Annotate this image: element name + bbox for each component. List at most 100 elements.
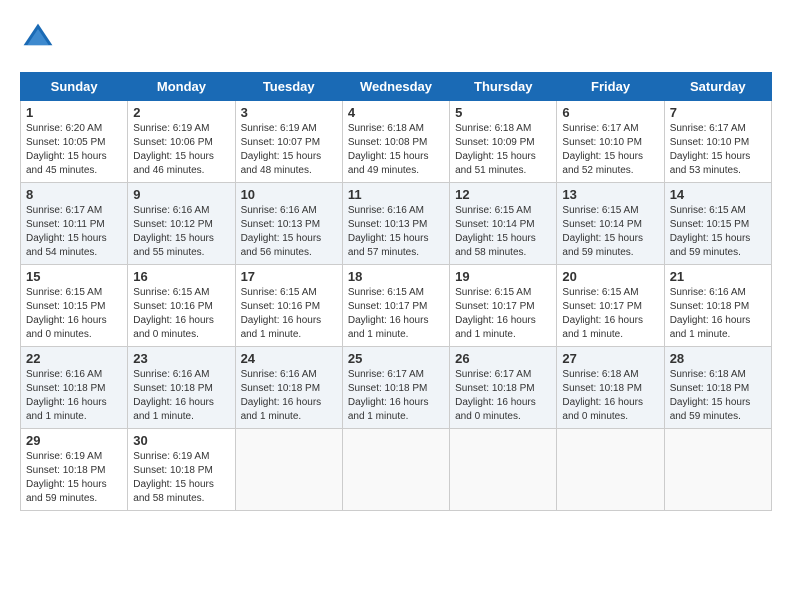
day-info: Sunrise: 6:17 AM Sunset: 10:18 PM Daylig…	[455, 368, 551, 424]
day-info: Sunrise: 6:16 AM Sunset: 10:12 PM Daylig…	[133, 204, 229, 260]
calendar-cell: 3 Sunrise: 6:19 AM Sunset: 10:07 PM Dayli…	[235, 101, 342, 183]
calendar-cell	[450, 429, 557, 511]
calendar-week-row: 29 Sunrise: 6:19 AM Sunset: 10:18 PM Dayl…	[21, 429, 772, 511]
day-number: 2	[133, 105, 229, 120]
day-info: Sunrise: 6:18 AM Sunset: 10:09 PM Daylig…	[455, 122, 551, 178]
calendar-cell: 27 Sunrise: 6:18 AM Sunset: 10:18 PM Dayl…	[557, 347, 664, 429]
calendar-cell: 19 Sunrise: 6:15 AM Sunset: 10:17 PM Dayl…	[450, 265, 557, 347]
calendar-cell	[235, 429, 342, 511]
calendar-cell: 28 Sunrise: 6:18 AM Sunset: 10:18 PM Dayl…	[664, 347, 771, 429]
logo-icon	[20, 20, 56, 56]
calendar-cell: 12 Sunrise: 6:15 AM Sunset: 10:14 PM Dayl…	[450, 183, 557, 265]
day-info: Sunrise: 6:16 AM Sunset: 10:18 PM Daylig…	[670, 286, 766, 342]
logo	[20, 20, 60, 56]
day-number: 23	[133, 351, 229, 366]
calendar-cell: 18 Sunrise: 6:15 AM Sunset: 10:17 PM Dayl…	[342, 265, 449, 347]
calendar-cell: 11 Sunrise: 6:16 AM Sunset: 10:13 PM Dayl…	[342, 183, 449, 265]
day-number: 5	[455, 105, 551, 120]
calendar-cell: 14Sunrise: 6:15 AM Sunset: 10:15 PM Dayl…	[664, 183, 771, 265]
day-number: 4	[348, 105, 444, 120]
day-info: Sunrise: 6:19 AM Sunset: 10:06 PM Daylig…	[133, 122, 229, 178]
calendar-cell	[664, 429, 771, 511]
day-number: 18	[348, 269, 444, 284]
calendar-cell: 13 Sunrise: 6:15 AM Sunset: 10:14 PM Dayl…	[557, 183, 664, 265]
day-number: 3	[241, 105, 337, 120]
calendar-cell: 15Sunrise: 6:15 AM Sunset: 10:15 PM Dayl…	[21, 265, 128, 347]
day-info: Sunrise: 6:15 AM Sunset: 10:17 PM Daylig…	[562, 286, 658, 342]
day-number: 16	[133, 269, 229, 284]
day-number: 9	[133, 187, 229, 202]
calendar-cell: 25 Sunrise: 6:17 AM Sunset: 10:18 PM Dayl…	[342, 347, 449, 429]
day-number: 19	[455, 269, 551, 284]
calendar-cell: 2 Sunrise: 6:19 AM Sunset: 10:06 PM Dayli…	[128, 101, 235, 183]
calendar-cell: 22 Sunrise: 6:16 AM Sunset: 10:18 PM Dayl…	[21, 347, 128, 429]
day-info: Sunrise: 6:15 AM Sunset: 10:14 PM Daylig…	[562, 204, 658, 260]
calendar-cell: 24Sunrise: 6:16 AM Sunset: 10:18 PM Dayl…	[235, 347, 342, 429]
day-info: Sunrise: 6:17 AM Sunset: 10:11 PM Daylig…	[26, 204, 122, 260]
calendar-cell: 23 Sunrise: 6:16 AM Sunset: 10:18 PM Dayl…	[128, 347, 235, 429]
day-info: Sunrise: 6:15 AM Sunset: 10:16 PM Daylig…	[133, 286, 229, 342]
calendar-week-row: 15Sunrise: 6:15 AM Sunset: 10:15 PM Dayl…	[21, 265, 772, 347]
day-info: Sunrise: 6:15 AM Sunset: 10:17 PM Daylig…	[455, 286, 551, 342]
day-info: Sunrise: 6:16 AM Sunset: 10:18 PM Daylig…	[26, 368, 122, 424]
day-number: 11	[348, 187, 444, 202]
day-number: 20	[562, 269, 658, 284]
calendar-cell	[557, 429, 664, 511]
day-info: Sunrise: 6:15 AM Sunset: 10:17 PM Daylig…	[348, 286, 444, 342]
day-info: Sunrise: 6:16 AM Sunset: 10:13 PM Daylig…	[348, 204, 444, 260]
day-number: 27	[562, 351, 658, 366]
day-number: 22	[26, 351, 122, 366]
calendar-week-row: 1 Sunrise: 6:20 AM Sunset: 10:05 PM Dayli…	[21, 101, 772, 183]
day-number: 12	[455, 187, 551, 202]
day-info: Sunrise: 6:19 AM Sunset: 10:18 PM Daylig…	[133, 450, 229, 506]
calendar-cell: 4 Sunrise: 6:18 AM Sunset: 10:08 PM Dayli…	[342, 101, 449, 183]
day-info: Sunrise: 6:18 AM Sunset: 10:18 PM Daylig…	[670, 368, 766, 424]
day-number: 30	[133, 433, 229, 448]
calendar-header-monday: Monday	[128, 73, 235, 101]
day-info: Sunrise: 6:15 AM Sunset: 10:15 PM Daylig…	[26, 286, 122, 342]
day-number: 1	[26, 105, 122, 120]
day-info: Sunrise: 6:19 AM Sunset: 10:18 PM Daylig…	[26, 450, 122, 506]
day-info: Sunrise: 6:17 AM Sunset: 10:10 PM Daylig…	[670, 122, 766, 178]
day-number: 13	[562, 187, 658, 202]
day-number: 6	[562, 105, 658, 120]
calendar-week-row: 22 Sunrise: 6:16 AM Sunset: 10:18 PM Dayl…	[21, 347, 772, 429]
day-number: 26	[455, 351, 551, 366]
calendar-week-row: 8 Sunrise: 6:17 AM Sunset: 10:11 PM Dayli…	[21, 183, 772, 265]
calendar-cell: 9 Sunrise: 6:16 AM Sunset: 10:12 PM Dayli…	[128, 183, 235, 265]
calendar-header-tuesday: Tuesday	[235, 73, 342, 101]
calendar-cell: 10 Sunrise: 6:16 AM Sunset: 10:13 PM Dayl…	[235, 183, 342, 265]
calendar-cell: 29 Sunrise: 6:19 AM Sunset: 10:18 PM Dayl…	[21, 429, 128, 511]
day-info: Sunrise: 6:20 AM Sunset: 10:05 PM Daylig…	[26, 122, 122, 178]
calendar-header-saturday: Saturday	[664, 73, 771, 101]
day-info: Sunrise: 6:19 AM Sunset: 10:07 PM Daylig…	[241, 122, 337, 178]
day-number: 7	[670, 105, 766, 120]
day-info: Sunrise: 6:18 AM Sunset: 10:08 PM Daylig…	[348, 122, 444, 178]
day-number: 10	[241, 187, 337, 202]
day-info: Sunrise: 6:16 AM Sunset: 10:13 PM Daylig…	[241, 204, 337, 260]
calendar-cell: 30 Sunrise: 6:19 AM Sunset: 10:18 PM Dayl…	[128, 429, 235, 511]
calendar-header-wednesday: Wednesday	[342, 73, 449, 101]
calendar-table: SundayMondayTuesdayWednesdayThursdayFrid…	[20, 72, 772, 511]
day-info: Sunrise: 6:15 AM Sunset: 10:15 PM Daylig…	[670, 204, 766, 260]
day-info: Sunrise: 6:17 AM Sunset: 10:10 PM Daylig…	[562, 122, 658, 178]
day-info: Sunrise: 6:18 AM Sunset: 10:18 PM Daylig…	[562, 368, 658, 424]
calendar-cell: 6 Sunrise: 6:17 AM Sunset: 10:10 PM Dayli…	[557, 101, 664, 183]
day-info: Sunrise: 6:16 AM Sunset: 10:18 PM Daylig…	[133, 368, 229, 424]
page-header	[20, 20, 772, 56]
day-info: Sunrise: 6:15 AM Sunset: 10:16 PM Daylig…	[241, 286, 337, 342]
day-number: 25	[348, 351, 444, 366]
calendar-header-friday: Friday	[557, 73, 664, 101]
day-number: 28	[670, 351, 766, 366]
calendar-cell: 21 Sunrise: 6:16 AM Sunset: 10:18 PM Dayl…	[664, 265, 771, 347]
day-number: 21	[670, 269, 766, 284]
calendar-cell	[342, 429, 449, 511]
calendar-header-sunday: Sunday	[21, 73, 128, 101]
day-number: 29	[26, 433, 122, 448]
day-number: 8	[26, 187, 122, 202]
calendar-cell: 26 Sunrise: 6:17 AM Sunset: 10:18 PM Dayl…	[450, 347, 557, 429]
day-number: 24	[241, 351, 337, 366]
day-info: Sunrise: 6:17 AM Sunset: 10:18 PM Daylig…	[348, 368, 444, 424]
day-info: Sunrise: 6:15 AM Sunset: 10:14 PM Daylig…	[455, 204, 551, 260]
calendar-cell: 16 Sunrise: 6:15 AM Sunset: 10:16 PM Dayl…	[128, 265, 235, 347]
